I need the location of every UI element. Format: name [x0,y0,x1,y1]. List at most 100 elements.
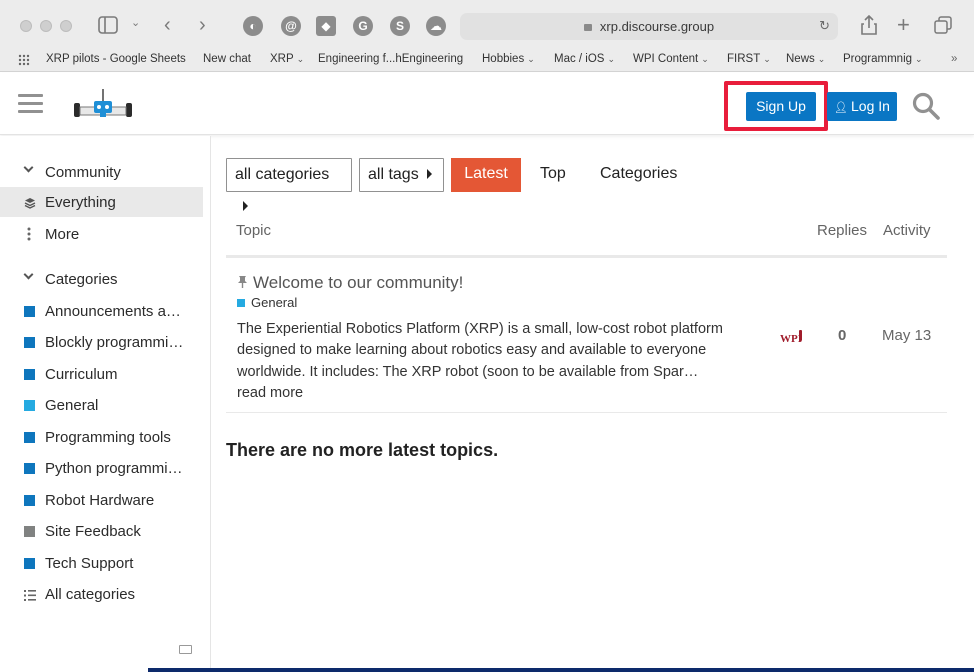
sidebar-item-category[interactable]: Programming tools [0,422,203,452]
sidebar-item-category[interactable]: Blockly programmi… [0,327,203,357]
category-color-square [24,463,35,474]
tab-categories[interactable]: Categories [590,158,687,192]
login-button[interactable]: 👤︎ Log In [827,92,897,121]
share-icon[interactable] [861,14,877,38]
topic-excerpt: The Experiential Robotics Platform (XRP)… [237,321,723,401]
sidebar: Community Everything More Categories Ann… [0,136,211,672]
bookmark-item[interactable]: New chat [203,53,251,65]
sidebar-item-category[interactable]: Announcements a… [0,296,203,326]
pin-icon [237,275,248,291]
column-header-topic: Topic [236,222,272,239]
category-color-square [24,369,35,380]
poster-avatar[interactable]: WPI [780,327,804,347]
read-more-link[interactable]: read more [237,385,303,401]
bookmark-folder[interactable]: Programmnig ⌄ [843,53,923,65]
sidebar-item-category[interactable]: Curriculum [0,359,203,389]
bookmark-folder[interactable]: Mac / iOS ⌄ [554,53,615,65]
category-color-square [24,306,35,317]
site-logo[interactable] [72,87,134,121]
category-color-square [24,432,35,443]
sidebar-item-category[interactable]: Site Feedback [0,516,203,546]
chevron-down-icon: ⌄ [607,54,616,64]
forward-icon[interactable]: › [199,15,206,35]
address-bar[interactable]: xrp.discourse.group ↻ [460,13,838,40]
lock-icon [583,24,592,31]
signup-button[interactable]: Sign Up [746,92,816,121]
sidebar-item-more[interactable]: More [0,219,203,249]
more-bookmarks-icon[interactable]: » [951,53,957,65]
sidebar-item-category[interactable]: Robot Hardware [0,485,203,515]
chevron-down-icon [23,269,34,280]
desktop-background-strip [148,668,974,672]
at-sign-icon[interactable]: @ [281,16,301,36]
bookmark-folder[interactable]: Hobbies ⌄ [482,53,535,65]
cloud-person-icon[interactable]: ☁ [426,16,446,36]
no-more-topics-message: There are no more latest topics. [226,440,499,460]
back-icon[interactable]: ‹ [164,15,171,35]
mask-icon[interactable]: ◆ [316,16,336,36]
tab-latest[interactable]: Latest [451,158,521,192]
caret-right-icon [243,201,248,211]
svg-text:WPI: WPI [780,333,802,345]
topic-activity-date[interactable]: May 13 [882,327,931,344]
sidebar-toggle-icon[interactable] [98,16,118,37]
topic-replies-count[interactable]: 0 [838,327,846,344]
bookmark-folder[interactable]: WPI Content ⌄ [633,53,709,65]
chevron-down-icon: ⌄ [701,54,709,64]
topic-title-link[interactable]: Welcome to our community! [253,273,463,293]
bookmarks-bar: XRP pilots - Google Sheets New chat XRP ⌄… [0,50,974,72]
list-icon [24,588,36,605]
bookmark-folder[interactable]: News ⌄ [786,53,825,65]
category-color-square [237,299,245,307]
bookmark-item[interactable]: Engineering f...hEngineering [318,53,463,65]
tags-dropdown[interactable]: all tags [359,158,444,192]
bookmark-folder[interactable]: FIRST ⌄ [727,53,771,65]
chevron-down-icon: ⌄ [296,54,305,64]
topic-category-badge[interactable]: General [237,295,297,310]
column-header-replies[interactable]: Replies [817,222,867,239]
column-header-activity[interactable]: Activity [883,222,931,239]
category-color-square [24,495,35,506]
tab-top[interactable]: Top [530,158,576,192]
tab-overview-icon[interactable] [934,16,952,37]
browser-toolbar: ⌄ ‹ › ◐ @ ◆ G S ☁ xrp.discourse.group ↻ … [0,0,974,50]
category-color-square [24,337,35,348]
divider [226,255,947,258]
sidebar-item-category[interactable]: Tech Support [0,548,203,578]
more-vertical-icon [27,227,31,245]
divider [226,412,947,413]
category-color-square [24,526,35,537]
window-zoom-button[interactable] [60,20,72,32]
search-icon[interactable] [912,92,940,120]
user-icon: 👤︎ [834,102,849,114]
shield-icon[interactable]: ◐ [243,16,263,36]
window-close-button[interactable] [20,20,32,32]
new-tab-icon[interactable]: + [897,14,910,36]
layers-icon [24,196,36,213]
window-minimize-button[interactable] [40,20,52,32]
chevron-down-icon [23,162,34,173]
reload-icon[interactable]: ↻ [819,18,830,34]
chevron-down-icon[interactable]: ⌄ [131,18,140,29]
chevron-down-icon: ⌄ [915,54,923,64]
sidebar-item-all-categories[interactable]: All categories [0,579,203,609]
g-icon[interactable]: G [353,16,373,36]
sidebar-item-category[interactable]: Python programmi… [0,453,203,483]
category-color-square [24,558,35,569]
sidebar-item-category[interactable]: General [0,390,203,420]
sidebar-item-everything[interactable]: Everything [0,187,203,217]
bookmark-folder[interactable]: XRP ⌄ [270,53,304,65]
hamburger-menu-icon[interactable] [18,94,43,114]
keyboard-shortcuts-icon[interactable] [179,645,192,654]
bookmark-item[interactable]: XRP pilots - Google Sheets [46,53,186,65]
category-color-square [24,400,35,411]
sidebar-section-categories[interactable]: Categories [0,264,203,294]
caret-right-icon [426,169,432,179]
sidebar-section-community[interactable]: Community [0,157,203,187]
apps-grid-icon[interactable] [18,54,30,69]
chevron-down-icon: ⌄ [527,54,535,64]
s-icon[interactable]: S [390,16,410,36]
categories-dropdown[interactable]: all categories [226,158,352,211]
chevron-down-icon: ⌄ [763,54,771,64]
chevron-down-icon: ⌄ [817,54,826,64]
